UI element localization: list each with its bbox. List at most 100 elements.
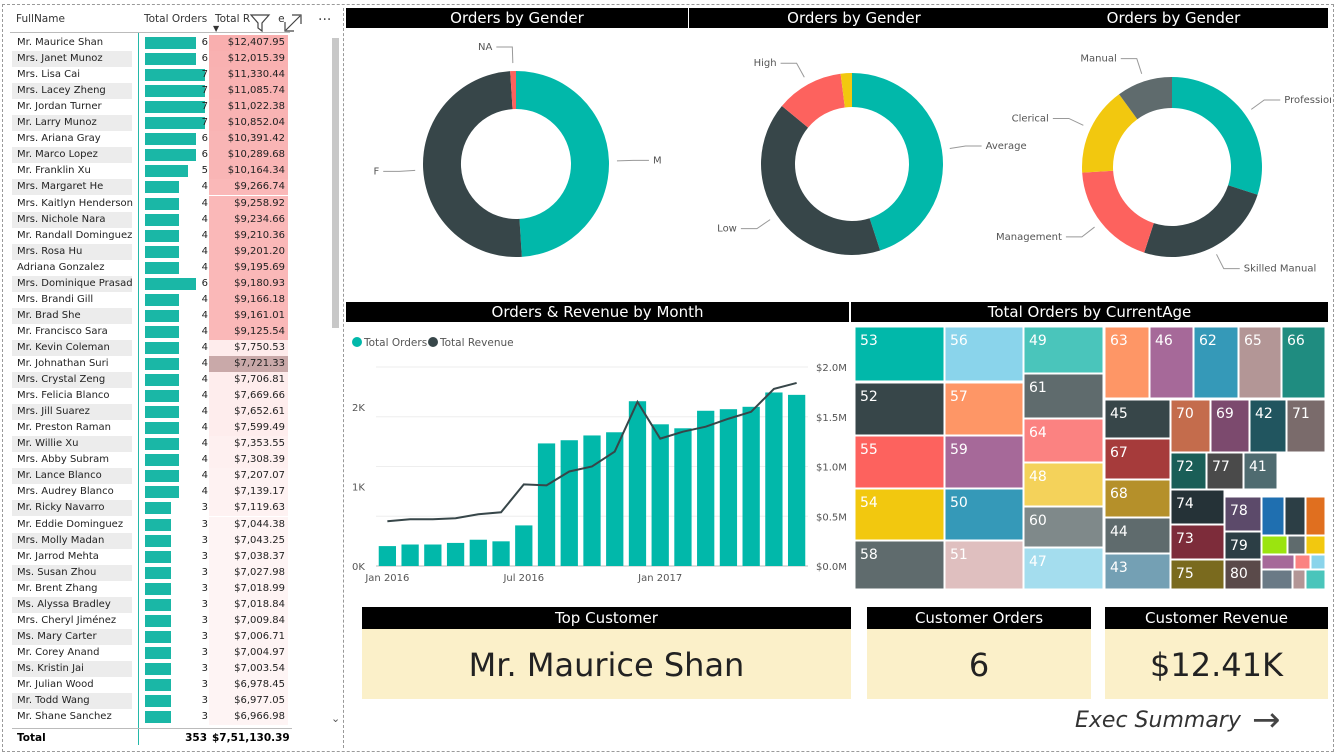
treemap-cell-small[interactable] bbox=[1261, 554, 1295, 570]
more-options-icon[interactable]: ··· bbox=[318, 12, 331, 28]
donut-charts[interactable]: M F NA Average Low High Professional Skilled Ma… bbox=[346, 30, 1331, 298]
orders-bar[interactable] bbox=[378, 546, 397, 566]
table-row[interactable]: Ms. Mary Carter 3 $7,006.71 bbox=[12, 628, 290, 645]
orders-bar[interactable] bbox=[742, 406, 760, 566]
table-row[interactable]: Mr. Todd Wang 3 $6,977.05 bbox=[12, 693, 290, 710]
cell-total-orders: 4 bbox=[201, 325, 208, 337]
table-row[interactable]: Mrs. Brandi Gill 4 $9,166.18 bbox=[12, 291, 290, 308]
table-row[interactable]: Mr. Johnathan Suri 4 $7,721.33 bbox=[12, 356, 290, 372]
exec-summary-link[interactable]: Exec Summary bbox=[1075, 708, 1241, 733]
table-row[interactable]: Ms. Kristin Jai 3 $7,003.54 bbox=[12, 660, 290, 677]
income-slice-low[interactable] bbox=[761, 105, 881, 255]
table-row[interactable]: Ms. Alyssa Bradley 3 $7,018.84 bbox=[12, 596, 290, 613]
table-row[interactable]: Mrs. Molly Madan 3 $7,043.25 bbox=[12, 532, 290, 549]
table-row[interactable]: Mrs. Felicia Blanco 4 $7,669.66 bbox=[12, 388, 290, 405]
orders-revenue-chart[interactable]: Total Orders Total Revenue $0.0M $0.5M $1.0M… bbox=[346, 325, 849, 590]
treemap-cell-small[interactable] bbox=[1287, 535, 1306, 555]
table-row[interactable]: Mr. Maurice Shan 6 $12,407.95 bbox=[12, 35, 290, 51]
table-row[interactable]: Mr. Marco Lopez 6 $10,289.68 bbox=[12, 147, 290, 164]
table-row[interactable]: Mrs. Audrey Blanco 4 $7,139.17 bbox=[12, 484, 290, 501]
table-row[interactable]: Mr. Corey Anand 3 $7,004.97 bbox=[12, 644, 290, 661]
cell-total-revenue: $7,018.84 bbox=[234, 598, 285, 610]
table-row[interactable]: Mrs. Dominique Prasad 6 $9,180.93 bbox=[12, 275, 290, 292]
treemap-cell-small[interactable] bbox=[1284, 496, 1306, 536]
table-row[interactable]: Mr. Jarrod Mehta 3 $7,038.37 bbox=[12, 548, 290, 565]
treemap-cell-small[interactable] bbox=[1261, 569, 1293, 589]
filter-icon[interactable] bbox=[249, 13, 271, 33]
occupation-slice-skilled-manual[interactable] bbox=[1144, 185, 1258, 257]
orders-bar[interactable] bbox=[424, 544, 442, 566]
occupation-slice-management[interactable] bbox=[1082, 170, 1154, 253]
table-row[interactable]: Mrs. Janet Munoz 6 $12,015.39 bbox=[12, 51, 290, 68]
orders-bar[interactable] bbox=[765, 392, 783, 566]
table-row[interactable]: Mrs. Ariana Gray 6 $10,391.42 bbox=[12, 131, 290, 148]
table-row[interactable]: Mrs. Jill Suarez 4 $7,652.61 bbox=[12, 404, 290, 421]
table-row[interactable]: Mrs. Kaitlyn Henderson 4 $9,258.92 bbox=[12, 195, 290, 212]
table-row[interactable]: Mr. Brad She 4 $9,161.01 bbox=[12, 307, 290, 324]
table-row[interactable]: Mrs. Nichole Nara 4 $9,234.66 bbox=[12, 211, 290, 228]
gender-slice-m[interactable] bbox=[516, 71, 609, 257]
column-header-fullname[interactable]: FullName bbox=[16, 13, 65, 25]
treemap-cell-small[interactable] bbox=[1310, 554, 1325, 570]
orders-bar[interactable] bbox=[469, 539, 487, 566]
table-row[interactable]: Mrs. Crystal Zeng 4 $7,706.81 bbox=[12, 372, 290, 389]
orders-bar[interactable] bbox=[515, 525, 533, 566]
table-row[interactable]: Mr. Willie Xu 4 $7,353.55 bbox=[12, 436, 290, 453]
orders-bar[interactable] bbox=[628, 401, 647, 566]
orders-bar[interactable] bbox=[697, 410, 715, 566]
scroll-down-arrow[interactable]: ⌄ bbox=[331, 712, 340, 725]
orders-bar[interactable] bbox=[719, 409, 738, 566]
legend-label[interactable]: Total Orders bbox=[363, 337, 427, 349]
orders-bar[interactable] bbox=[492, 541, 510, 566]
table-row[interactable]: Mr. Lance Blanco 4 $7,207.07 bbox=[12, 468, 290, 485]
treemap-cell-label: 55 bbox=[860, 442, 878, 458]
table-row[interactable]: Mr. Ricky Navarro 3 $7,119.63 bbox=[12, 500, 290, 517]
table-row[interactable]: Mrs. Cheryl Jiménez 3 $7,009.84 bbox=[12, 612, 290, 629]
table-row[interactable]: Mr. Jordan Turner 7 $11,022.38 bbox=[12, 99, 290, 116]
table-row[interactable]: Ms. Susan Zhou 3 $7,027.98 bbox=[12, 564, 290, 581]
orders-bar[interactable] bbox=[651, 424, 669, 566]
table-row[interactable]: Mrs. Lacey Zheng 7 $11,085.74 bbox=[12, 83, 290, 100]
orders-bar[interactable] bbox=[583, 435, 601, 566]
table-row[interactable]: Mr. Kevin Coleman 4 $7,750.53 bbox=[12, 339, 290, 356]
column-header-total-orders[interactable]: Total Orders bbox=[144, 13, 207, 25]
table-row[interactable]: Mrs. Abby Subram 4 $7,308.39 bbox=[12, 452, 290, 469]
table-row[interactable]: Mrs. Rosa Hu 4 $9,201.20 bbox=[12, 243, 290, 260]
table-row[interactable]: Mr. Preston Raman 4 $7,599.49 bbox=[12, 420, 290, 437]
age-treemap[interactable]: 53 56 49 63 46 62 65 66 52 57 61 45 70 69 42 71 55 59 64 67… bbox=[855, 327, 1325, 589]
table-row[interactable]: Mr. Eddie Dominguez 3 $7,044.38 bbox=[12, 516, 290, 533]
table-row[interactable]: Mr. Brent Zhang 3 $7,018.99 bbox=[12, 580, 290, 597]
table-row[interactable]: Mr. Randall Dominguez 4 $9,210.36 bbox=[12, 227, 290, 244]
treemap-cell-small[interactable] bbox=[1305, 535, 1325, 555]
focus-mode-icon[interactable] bbox=[284, 14, 304, 32]
scrollbar-thumb[interactable] bbox=[332, 38, 339, 328]
treemap-cell-small[interactable] bbox=[1261, 535, 1288, 555]
orders-bar[interactable] bbox=[537, 443, 556, 566]
table-row[interactable]: Mr. Shane Sanchez 3 $6,966.98 bbox=[12, 709, 290, 726]
legend-label[interactable]: Total Revenue bbox=[439, 337, 514, 349]
orders-bar[interactable] bbox=[674, 428, 692, 566]
treemap-cell-small[interactable] bbox=[1305, 569, 1325, 589]
table-row[interactable]: Mr. Julian Wood 3 $6,978.45 bbox=[12, 677, 290, 693]
table-row[interactable]: Adriana Gonzalez 4 $9,195.69 bbox=[12, 259, 290, 276]
treemap-cell-small[interactable] bbox=[1294, 554, 1311, 570]
table-row[interactable]: Mr. Francisco Sara 4 $9,125.54 bbox=[12, 323, 290, 340]
gender-slice-f[interactable] bbox=[423, 71, 522, 257]
y-right-tick: $0.0M bbox=[816, 562, 847, 573]
table-row[interactable]: Mr. Larry Munoz 7 $10,852.04 bbox=[12, 115, 290, 132]
occupation-leader-line bbox=[1250, 99, 1281, 110]
treemap-cell-small[interactable] bbox=[1292, 569, 1306, 589]
arrow-right-icon[interactable]: → bbox=[1252, 700, 1281, 740]
treemap-cell-label: 51 bbox=[950, 547, 968, 563]
treemap-cell-small[interactable] bbox=[1261, 496, 1285, 536]
table-row[interactable]: Mrs. Margaret He 4 $9,266.74 bbox=[12, 179, 290, 196]
orders-bar[interactable] bbox=[560, 440, 578, 566]
orders-bar[interactable] bbox=[446, 542, 465, 566]
orders-bar[interactable] bbox=[787, 394, 806, 566]
occupation-slice-professional[interactable] bbox=[1172, 77, 1262, 195]
legend-marker bbox=[352, 337, 362, 347]
treemap-cell-small[interactable] bbox=[1305, 496, 1325, 536]
table-row[interactable]: Mr. Franklin Xu 5 $10,164.34 bbox=[12, 163, 290, 180]
table-row[interactable]: Mrs. Lisa Cai 7 $11,330.44 bbox=[12, 67, 290, 84]
orders-bar[interactable] bbox=[401, 544, 419, 566]
